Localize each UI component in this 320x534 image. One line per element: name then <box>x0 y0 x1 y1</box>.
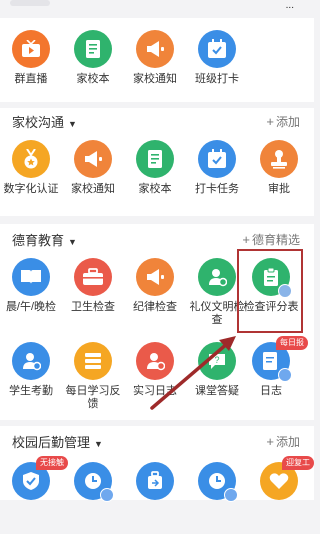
back-to-work-badge: 迎复工 <box>282 456 314 470</box>
app-home-school-book[interactable]: 家校本 <box>124 140 186 212</box>
app-label: 晨/午/晚检 <box>5 301 57 313</box>
user-pin-icon <box>136 342 174 380</box>
live-tv-icon <box>12 30 50 68</box>
suitcase-icon <box>136 462 174 500</box>
section-header: 家校沟通 ▼ + 添加 <box>0 108 314 132</box>
app-label: 课堂答疑 <box>195 385 239 397</box>
medal-icon <box>12 140 50 178</box>
megaphone-icon <box>136 258 174 296</box>
app-daily-learning-feedback[interactable]: 每日学习反馈 <box>62 342 124 414</box>
home-school-section: 家校沟通 ▼ + 添加 数字化认证 家校通知 家校本 打卡任务 审批 <box>0 108 314 216</box>
app-live[interactable]: 群直播 <box>0 30 62 102</box>
section-title[interactable]: 校园后勤管理 ▼ <box>12 432 103 451</box>
top-apps-panel: 群直播 家校本 家校通知 班级打卡 <box>0 18 314 102</box>
section-header: 校园后勤管理 ▼ + 添加 <box>0 428 314 452</box>
app-home-school-notice[interactable]: 家校通知 <box>62 140 124 212</box>
app-approval[interactable]: 审批 <box>248 140 310 212</box>
logistics-section: 校园后勤管理 ▼ + 添加 无接触 迎复工 <box>0 426 314 502</box>
question-chat-icon: ? <box>198 342 236 380</box>
calendar-check-icon <box>198 30 236 68</box>
highlight-box <box>237 249 303 333</box>
section-header: 德育教育 ▼ + 德育精选 <box>0 226 314 250</box>
add-button[interactable]: + 添加 <box>266 113 300 130</box>
app-label: 家校通知 <box>133 73 177 85</box>
calendar-check-icon <box>198 140 236 178</box>
stack-icon <box>74 342 112 380</box>
app-logistics-suitcase[interactable] <box>124 462 186 534</box>
app-label: 纪律检查 <box>133 301 177 313</box>
app-label: 家校通知 <box>71 183 115 195</box>
moral-selection-button[interactable]: + 德育精选 <box>242 231 300 248</box>
user-refresh-icon <box>198 258 236 296</box>
status-indicator: ... <box>285 0 294 11</box>
app-classroom-qa[interactable]: ? 课堂答疑 <box>186 342 248 414</box>
app-label: 打卡任务 <box>195 183 239 195</box>
toolbox-icon <box>74 258 112 296</box>
app-label: 审批 <box>268 183 290 195</box>
stamp-icon <box>260 140 298 178</box>
svg-text:?: ? <box>214 355 219 365</box>
app-contactless[interactable]: 无接触 <box>0 456 68 534</box>
app-label: 群直播 <box>14 73 48 85</box>
daily-report-badge: 每日报 <box>276 336 308 350</box>
caret-down-icon: ▼ <box>94 439 103 449</box>
app-home-school-book[interactable]: 家校本 <box>62 30 124 102</box>
app-label: 每日学习反馈 <box>65 385 121 410</box>
megaphone-icon <box>136 30 174 68</box>
app-home-school-notice[interactable]: 家校通知 <box>124 30 186 102</box>
app-class-checkin[interactable]: 班级打卡 <box>186 30 248 102</box>
app-hygiene-check[interactable]: 卫生检查 <box>62 258 124 330</box>
add-button[interactable]: + 添加 <box>266 433 300 450</box>
app-label: 班级打卡 <box>195 73 239 85</box>
app-daily-log[interactable]: 每日报 日志 <box>240 336 308 414</box>
book-open-icon <box>12 258 50 296</box>
section-title[interactable]: 家校沟通 ▼ <box>12 112 77 131</box>
app-label: 日志 <box>260 385 282 397</box>
user-check-icon <box>12 342 50 380</box>
app-label: 家校本 <box>76 73 110 85</box>
caret-down-icon: ▼ <box>68 119 77 129</box>
clock-icon <box>198 462 238 502</box>
user-badge-icon <box>278 368 292 382</box>
plus-icon: + <box>266 434 274 449</box>
app-internship-log[interactable]: 实习日志 <box>124 342 186 414</box>
app-morning-noon-evening-check[interactable]: 晨/午/晚检 <box>0 258 62 330</box>
megaphone-icon <box>74 140 112 178</box>
app-discipline-check[interactable]: 纪律检查 <box>124 258 186 330</box>
app-digital-certification[interactable]: 数字化认证 <box>0 140 62 212</box>
notebook-icon <box>74 30 112 68</box>
app-label: 学生考勤 <box>9 385 53 397</box>
app-label: 数字化认证 <box>3 183 59 195</box>
status-bar-fragment <box>10 0 50 6</box>
notebook-icon <box>136 140 174 178</box>
status-bar: ... <box>0 0 314 18</box>
caret-down-icon: ▼ <box>68 237 77 247</box>
plus-icon: + <box>266 114 274 129</box>
app-logistics-clock[interactable] <box>62 462 124 534</box>
app-student-attendance[interactable]: 学生考勤 <box>0 342 62 414</box>
app-label: 卫生检查 <box>71 301 115 313</box>
app-logistics-clock-2[interactable] <box>186 462 248 534</box>
app-label: 实习日志 <box>133 385 177 397</box>
plus-icon: + <box>242 232 250 247</box>
app-back-to-work[interactable]: 迎复工 <box>248 456 314 534</box>
section-title[interactable]: 德育教育 ▼ <box>12 230 77 249</box>
app-checkin-task[interactable]: 打卡任务 <box>186 140 248 212</box>
clock-icon <box>74 462 114 502</box>
app-label: 家校本 <box>138 183 172 195</box>
